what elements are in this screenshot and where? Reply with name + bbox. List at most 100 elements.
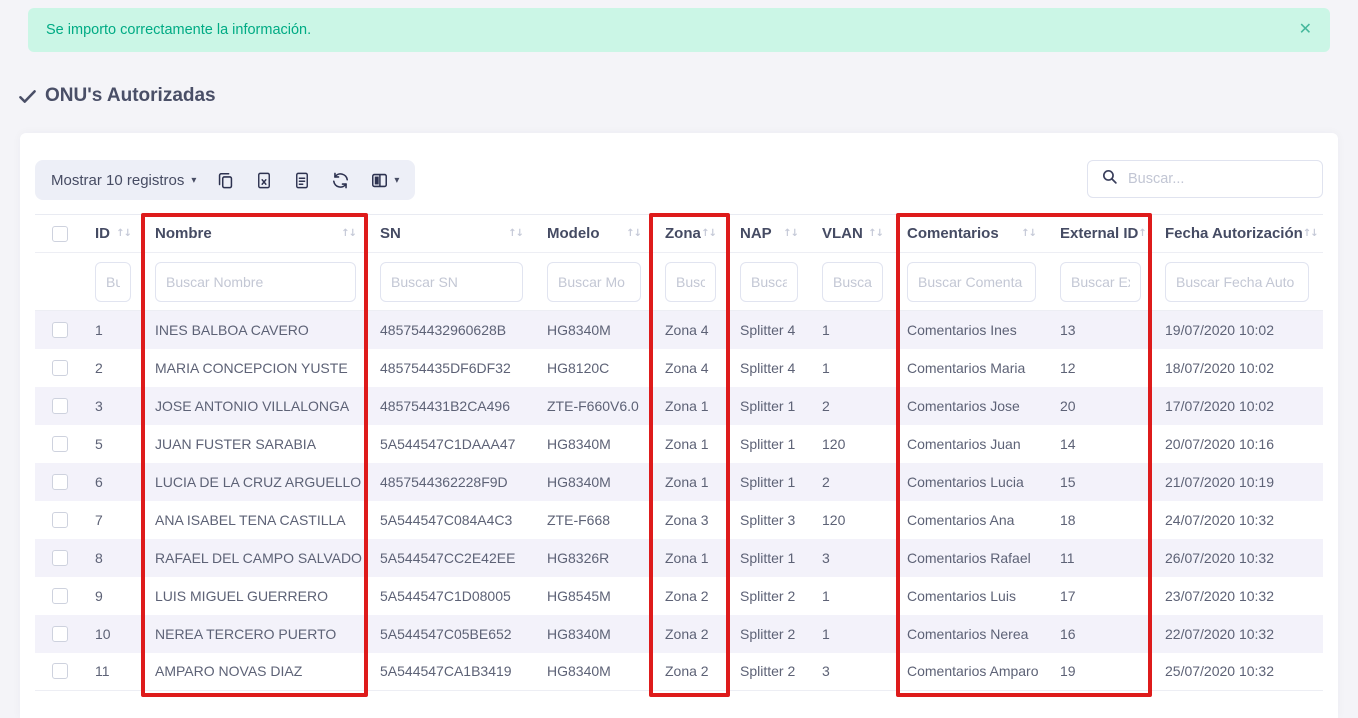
filter-input-nap[interactable] <box>740 262 798 302</box>
row-checkbox[interactable] <box>52 398 68 414</box>
cell-nombre: LUIS MIGUEL GUERRERO <box>145 577 370 615</box>
col-header-comentarios[interactable]: Comentarios <box>907 225 999 242</box>
cell-fecha: 19/07/2020 10:02 <box>1155 311 1323 349</box>
close-icon[interactable]: ✕ <box>1299 22 1312 38</box>
cell-fecha: 17/07/2020 10:02 <box>1155 387 1323 425</box>
copy-button[interactable] <box>216 171 235 190</box>
sort-icon[interactable]: ↑↓ <box>508 228 523 239</box>
cell-comentarios: Comentarios Ana <box>897 501 1050 539</box>
cell-id: 8 <box>85 539 145 577</box>
filter-input-comentarios[interactable] <box>907 262 1036 302</box>
filter-input-external-id[interactable] <box>1060 262 1141 302</box>
col-header-nombre[interactable]: Nombre <box>155 225 212 242</box>
cell-nombre: RAFAEL DEL CAMPO SALVADO <box>145 539 370 577</box>
cell-id: 5 <box>85 425 145 463</box>
refresh-icon <box>331 171 350 190</box>
cell-nombre: INES BALBOA CAVERO <box>145 311 370 349</box>
sort-icon[interactable]: ↑↓ <box>341 228 356 239</box>
sort-icon[interactable]: ↑↓ <box>1138 228 1153 239</box>
sort-icon[interactable]: ↑↓ <box>868 228 883 239</box>
cell-modelo: HG8340M <box>537 311 655 349</box>
cell-modelo: HG8340M <box>537 425 655 463</box>
records-per-page-dropdown[interactable]: Mostrar 10 registros ▾ <box>51 172 196 189</box>
cell-vlan: 3 <box>812 653 897 691</box>
cell-zona: Zona 2 <box>655 577 730 615</box>
filter-input-sn[interactable] <box>380 262 523 302</box>
sort-icon[interactable]: ↑↓ <box>626 228 641 239</box>
sort-icon[interactable]: ↑↓ <box>1021 228 1036 239</box>
cell-nombre: JUAN FUSTER SARABIA <box>145 425 370 463</box>
copy-icon <box>216 171 235 190</box>
cell-vlan: 2 <box>812 387 897 425</box>
col-header-vlan[interactable]: VLAN <box>822 225 863 242</box>
row-checkbox[interactable] <box>52 474 68 490</box>
cell-nap: Splitter 1 <box>730 387 812 425</box>
search-input[interactable] <box>1128 171 1315 187</box>
cell-nap: Splitter 2 <box>730 577 812 615</box>
cell-comentarios: Comentarios Lucia <box>897 463 1050 501</box>
cell-comentarios: Comentarios Maria <box>897 349 1050 387</box>
column-visibility-button[interactable]: ▾ <box>370 171 399 190</box>
table-row: 1 INES BALBOA CAVERO 485754432960628B HG… <box>35 311 1323 349</box>
export-file-button[interactable] <box>293 171 311 190</box>
col-header-fecha[interactable]: Fecha Autorización <box>1165 225 1303 242</box>
table-row: 8 RAFAEL DEL CAMPO SALVADO 5A544547CC2E4… <box>35 539 1323 577</box>
sort-icon[interactable]: ↑↓ <box>701 228 716 239</box>
cell-external-id: 17 <box>1050 577 1155 615</box>
row-checkbox[interactable] <box>52 436 68 452</box>
cell-modelo: HG8120C <box>537 349 655 387</box>
table-row: 3 JOSE ANTONIO VILLALONGA 485754431B2CA4… <box>35 387 1323 425</box>
filter-input-modelo[interactable] <box>547 262 641 302</box>
cell-sn: 5A544547C084A4C3 <box>370 501 537 539</box>
notification-message: Se importo correctamente la información. <box>46 22 311 38</box>
cell-nombre: JOSE ANTONIO VILLALONGA <box>145 387 370 425</box>
cell-external-id: 18 <box>1050 501 1155 539</box>
cell-vlan: 1 <box>812 311 897 349</box>
filter-input-nombre[interactable] <box>155 262 356 302</box>
col-header-modelo[interactable]: Modelo <box>547 225 600 242</box>
cell-sn: 4857544362228F9D <box>370 463 537 501</box>
cell-nap: Splitter 4 <box>730 311 812 349</box>
filter-input-vlan[interactable] <box>822 262 883 302</box>
refresh-button[interactable] <box>331 171 350 190</box>
column-visibility-icon <box>370 171 389 190</box>
cell-comentarios: Comentarios Luis <box>897 577 1050 615</box>
cell-sn: 5A544547CA1B3419 <box>370 653 537 691</box>
row-checkbox[interactable] <box>52 663 68 679</box>
col-header-sn[interactable]: SN <box>380 225 401 242</box>
row-checkbox[interactable] <box>52 512 68 528</box>
row-checkbox[interactable] <box>52 588 68 604</box>
export-excel-button[interactable] <box>255 171 273 190</box>
row-checkbox[interactable] <box>52 550 68 566</box>
cell-fecha: 25/07/2020 10:32 <box>1155 653 1323 691</box>
cell-id: 11 <box>85 653 145 691</box>
filter-input-zona[interactable] <box>665 262 716 302</box>
check-icon <box>18 87 37 106</box>
cell-vlan: 1 <box>812 349 897 387</box>
chevron-down-icon: ▾ <box>191 175 196 186</box>
select-all-checkbox[interactable] <box>52 226 68 242</box>
col-header-id[interactable]: ID <box>95 225 110 242</box>
filter-input-id[interactable] <box>95 262 131 302</box>
cell-id: 9 <box>85 577 145 615</box>
cell-sn: 485754432960628B <box>370 311 537 349</box>
cell-vlan: 120 <box>812 425 897 463</box>
row-checkbox[interactable] <box>52 360 68 376</box>
filter-input-fecha[interactable] <box>1165 262 1309 302</box>
cell-comentarios: Comentarios Nerea <box>897 615 1050 653</box>
col-header-zona[interactable]: Zona <box>665 225 701 242</box>
col-header-nap[interactable]: NAP <box>740 225 772 242</box>
row-checkbox[interactable] <box>52 626 68 642</box>
cell-modelo: ZTE-F668 <box>537 501 655 539</box>
page-title: ONU's Autorizadas <box>18 85 216 107</box>
cell-nap: Splitter 1 <box>730 463 812 501</box>
cell-nombre: NEREA TERCERO PUERTO <box>145 615 370 653</box>
sort-icon[interactable]: ↑↓ <box>116 228 131 239</box>
search-icon <box>1101 168 1118 190</box>
cell-fecha: 18/07/2020 10:02 <box>1155 349 1323 387</box>
sort-icon[interactable]: ↑↓ <box>783 228 798 239</box>
col-header-external-id[interactable]: External ID <box>1060 225 1138 242</box>
row-checkbox[interactable] <box>52 322 68 338</box>
sort-icon[interactable]: ↑↓ <box>1303 228 1318 239</box>
cell-vlan: 2 <box>812 463 897 501</box>
